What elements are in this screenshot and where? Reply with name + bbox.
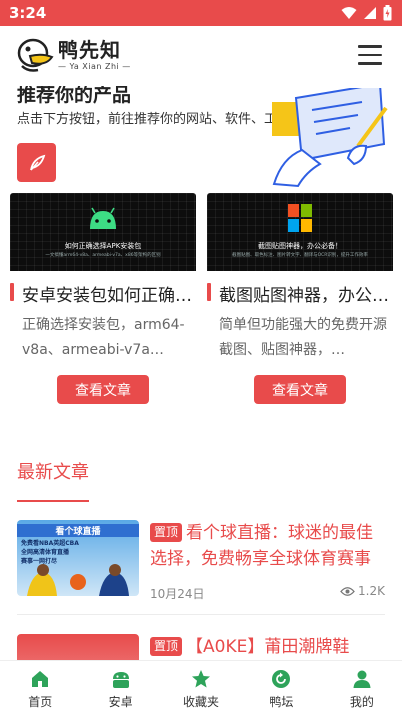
card-title[interactable]: 截图贴图神器，办公必备 xyxy=(207,281,393,306)
article-divider xyxy=(17,614,385,615)
android-icon xyxy=(112,672,129,688)
menu-button[interactable] xyxy=(358,45,382,65)
bottom-tab-bar: 首页 安卓 收藏夹 鸭坛 我的 xyxy=(0,660,402,715)
laptop-illustration xyxy=(272,88,388,188)
card-image: 截图贴图神器，办公必备！ 截图贴图、取色标注、图片转文字、翻译与OCR识别，提升… xyxy=(207,193,393,271)
featured-card[interactable]: 如何正确选择APK安装包 一文搞懂arm64-v8a、armeabi-v7a、x… xyxy=(10,193,196,415)
signal-icon xyxy=(364,7,376,19)
site-logo[interactable]: 鸭先知 — Ya Xian Zhi — xyxy=(16,36,131,74)
duck-logo-icon xyxy=(17,38,54,72)
read-article-button[interactable]: 查看文章 xyxy=(254,375,346,404)
article-title-text: 看个球直播：球迷的最佳选择，免费畅享全球体育赛事直播 xyxy=(150,523,374,569)
user-icon xyxy=(353,670,371,688)
battery-icon xyxy=(383,5,392,21)
tab-label: 安卓 xyxy=(108,695,133,709)
android-icon xyxy=(90,207,116,229)
card-description: 正确选择安装包，arm64-v8a、armeabi-v7a… xyxy=(22,317,185,358)
article-date: 10月24日 xyxy=(150,587,205,601)
card-title[interactable]: 安卓安装包如何正确选择 xyxy=(10,281,196,306)
article-title-text: 【A0KE】莆田潮牌鞋 xyxy=(186,637,350,657)
promo-title: 推荐你的产品 xyxy=(17,86,132,106)
read-article-button[interactable]: 查看文章 xyxy=(57,375,149,404)
tab-android[interactable]: 安卓 xyxy=(80,661,160,715)
logo-name: 鸭先知 xyxy=(58,38,121,62)
refresh-icon xyxy=(272,670,291,688)
promo-description: 点击下方按钮，前往推荐你的网站、软件、工具等 xyxy=(17,112,304,127)
view-count-value: 1.2K xyxy=(358,584,385,598)
card-description: 简单但功能强大的免费开源截图、贴图神器，… xyxy=(219,317,387,358)
recommend-button[interactable] xyxy=(17,143,56,182)
wifi-icon xyxy=(341,7,357,19)
thumb-line: 免费看NBA英超CBA xyxy=(21,540,79,547)
card-image-subcaption: 一文搞懂arm64-v8a、armeabi-v7a、x86等架构的区别 xyxy=(45,253,161,258)
card-image-subcaption: 截图贴图、取色标注、图片转文字、翻译与OCR识别，提升工作效率 xyxy=(232,253,368,258)
star-icon xyxy=(192,670,211,688)
home-icon xyxy=(32,671,49,687)
windows-logo-icon xyxy=(288,204,312,232)
thumb-line: 全网高清体育直播 xyxy=(21,549,70,556)
article-title[interactable]: 置顶看个球直播：球迷的最佳选择，免费畅享全球体育赛事直播 xyxy=(150,520,385,572)
players-illustration xyxy=(27,564,129,596)
tab-favorites[interactable]: 收藏夹 xyxy=(161,661,241,715)
tab-label: 我的 xyxy=(349,695,374,709)
pinned-badge: 置顶 xyxy=(150,523,183,542)
section-title: 最新文章 xyxy=(17,462,89,483)
section-underline xyxy=(17,500,89,502)
tab-label: 鸭坛 xyxy=(269,695,294,709)
article-item[interactable]: 置顶 【A0KE】莆田潮牌鞋 xyxy=(17,634,385,660)
logo-pinyin: — Ya Xian Zhi — xyxy=(58,62,131,71)
tab-home[interactable]: 首页 xyxy=(0,661,80,715)
eye-icon xyxy=(340,586,355,596)
card-image-caption: 截图贴图神器，办公必备！ xyxy=(258,242,342,250)
thumb-title: 看个球直播 xyxy=(17,524,139,537)
tab-label: 收藏夹 xyxy=(183,695,220,709)
view-count: 1.2K xyxy=(340,584,385,598)
tab-profile[interactable]: 我的 xyxy=(322,661,402,715)
article-title[interactable]: 置顶 【A0KE】莆田潮牌鞋 xyxy=(150,634,385,660)
article-thumbnail xyxy=(17,634,139,660)
article-item[interactable]: 看个球直播 免费看NBA英超CBA 全网高清体育直播 赛事一网打尽 置顶 看个球直… xyxy=(17,520,385,601)
status-bar: 3:24 xyxy=(0,0,402,26)
promo-banner: 推荐你的产品 点击下方按钮，前往推荐你的网站、软件、工具等 xyxy=(0,86,402,191)
menu-line xyxy=(358,45,382,48)
app-header: 鸭先知 — Ya Xian Zhi — xyxy=(0,26,402,86)
tab-label: 首页 xyxy=(28,695,53,709)
menu-line xyxy=(358,62,382,65)
pinned-badge: 置顶 xyxy=(150,637,183,656)
feather-icon xyxy=(29,154,45,171)
article-thumbnail: 看个球直播 免费看NBA英超CBA 全网高清体育直播 赛事一网打尽 xyxy=(17,520,139,596)
card-image: 如何正确选择APK安装包 一文搞懂arm64-v8a、armeabi-v7a、x… xyxy=(10,193,196,271)
menu-line xyxy=(358,53,382,56)
status-time: 3:24 xyxy=(9,4,47,22)
tab-forum[interactable]: 鸭坛 xyxy=(241,661,321,715)
card-image-caption: 如何正确选择APK安装包 xyxy=(64,242,142,250)
status-icons xyxy=(341,5,392,21)
featured-card[interactable]: 截图贴图神器，办公必备！ 截图贴图、取色标注、图片转文字、翻译与OCR识别，提升… xyxy=(207,193,393,415)
